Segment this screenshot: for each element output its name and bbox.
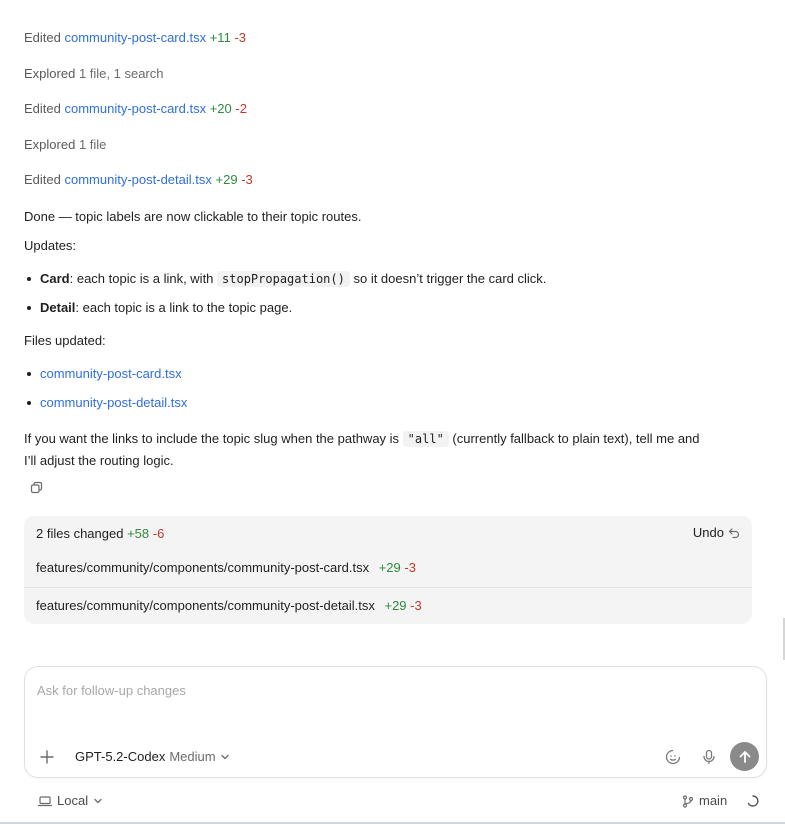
files-updated-label: Files updated: — [24, 333, 106, 348]
updated-file-item: community-post-detail.tsx — [26, 395, 187, 411]
outro-text: I’ll adjust the routing logic. — [24, 453, 174, 468]
update-bullet-card: Card: each topic is a link, with stopPro… — [26, 271, 547, 287]
activity-detail: 1 file — [78, 137, 107, 152]
branch-selector[interactable]: main — [682, 793, 727, 809]
activity-verb: Edited — [24, 30, 61, 45]
microphone-icon[interactable] — [700, 748, 718, 766]
bullet-title: Detail — [40, 300, 76, 315]
lines-removed: -3 — [404, 560, 416, 575]
activity-item-edited: Edited community-post-card.tsx +11 -3 — [24, 30, 246, 46]
lines-removed: -3 — [241, 172, 253, 187]
changed-file-path: features/community/components/community-… — [36, 598, 375, 613]
lines-added: +20 — [209, 101, 232, 116]
undo-button[interactable]: Undo — [693, 525, 740, 541]
activity-verb: Edited — [24, 172, 61, 187]
outro-text: (currently fallback to plain text), tell… — [448, 431, 700, 446]
update-bullet-detail: Detail: each topic is a link to the topi… — [26, 300, 293, 316]
activity-item-edited: Edited community-post-card.tsx +20 -2 — [24, 101, 247, 117]
lines-removed: -2 — [235, 101, 247, 116]
model-selector[interactable]: GPT-5.2-Codex Medium — [75, 749, 230, 765]
changes-count: 2 files changed — [36, 526, 124, 541]
context-icon[interactable] — [664, 748, 682, 766]
follow-up-input[interactable] — [37, 681, 737, 699]
lines-added: +29 — [215, 172, 238, 187]
lines-removed: -6 — [152, 526, 165, 541]
spinner-icon — [747, 795, 759, 807]
copy-icon[interactable] — [30, 481, 43, 494]
lines-added: +29 — [378, 560, 401, 575]
send-button[interactable] — [730, 742, 759, 771]
lines-added: +11 — [209, 30, 231, 45]
git-branch-icon — [682, 794, 694, 808]
model-name: GPT-5.2-Codex — [75, 749, 166, 764]
file-link[interactable]: community-post-detail.tsx — [40, 395, 187, 410]
file-link[interactable]: community-post-card.tsx — [40, 366, 182, 381]
file-link[interactable]: community-post-card.tsx — [65, 101, 207, 116]
chevron-down-icon — [94, 798, 102, 804]
changed-file-row[interactable]: features/community/components/community-… — [24, 550, 752, 587]
plus-icon[interactable] — [39, 749, 55, 765]
bullet-text: : each topic is a link, with — [69, 271, 218, 286]
activity-verb: Explored — [24, 137, 76, 152]
activity-item-edited: Edited community-post-detail.tsx +29 -3 — [24, 172, 253, 188]
lines-removed: -3 — [234, 30, 246, 45]
message-outro: If you want the links to include the top… — [24, 428, 754, 472]
lines-added: +29 — [384, 598, 407, 613]
branch-label: main — [699, 793, 728, 808]
activity-verb: Edited — [24, 101, 61, 116]
bullet-text: so it doesn’t trigger the card click. — [349, 271, 547, 286]
undo-label: Undo — [692, 525, 724, 540]
file-link[interactable]: community-post-detail.tsx — [65, 172, 212, 187]
changes-summary[interactable]: 2 files changed +58 -6 — [36, 526, 164, 542]
undo-icon — [728, 528, 740, 539]
arrow-up-icon — [739, 750, 750, 763]
updated-file-item: community-post-card.tsx — [27, 366, 182, 382]
message-intro: Done — topic labels are now clickable to… — [24, 209, 362, 224]
reasoning-effort: Medium — [169, 749, 216, 764]
activity-verb: Explored — [24, 66, 76, 81]
laptop-icon — [38, 796, 52, 807]
chevron-down-icon — [220, 754, 229, 760]
bullet-text: : each topic is a link to the topic page… — [75, 300, 293, 315]
changes-summary-panel: 2 files changed +58 -6 Undo features/com… — [24, 516, 752, 624]
inline-code: "all" — [402, 431, 449, 447]
file-link[interactable]: community-post-card.tsx — [65, 30, 207, 45]
changed-file-path: features/community/components/community-… — [36, 560, 370, 575]
lines-removed: -3 — [410, 598, 422, 613]
activity-item-explored[interactable]: Explored 1 file — [24, 137, 106, 153]
updates-label: Updates: — [24, 238, 77, 253]
bullet-title: Card — [40, 271, 70, 286]
lines-added: +58 — [127, 526, 150, 541]
environment-label: Local — [57, 793, 89, 808]
activity-item-explored[interactable]: Explored 1 file, 1 search — [24, 66, 163, 82]
inline-code: stopPropagation() — [217, 271, 350, 287]
outro-text: If you want the links to include the top… — [24, 431, 403, 446]
composer: GPT-5.2-Codex Medium — [24, 666, 767, 778]
activity-detail: 1 file, 1 search — [78, 66, 164, 81]
changed-file-row[interactable]: features/community/components/community-… — [24, 587, 752, 624]
environment-selector[interactable]: Local — [38, 793, 103, 809]
